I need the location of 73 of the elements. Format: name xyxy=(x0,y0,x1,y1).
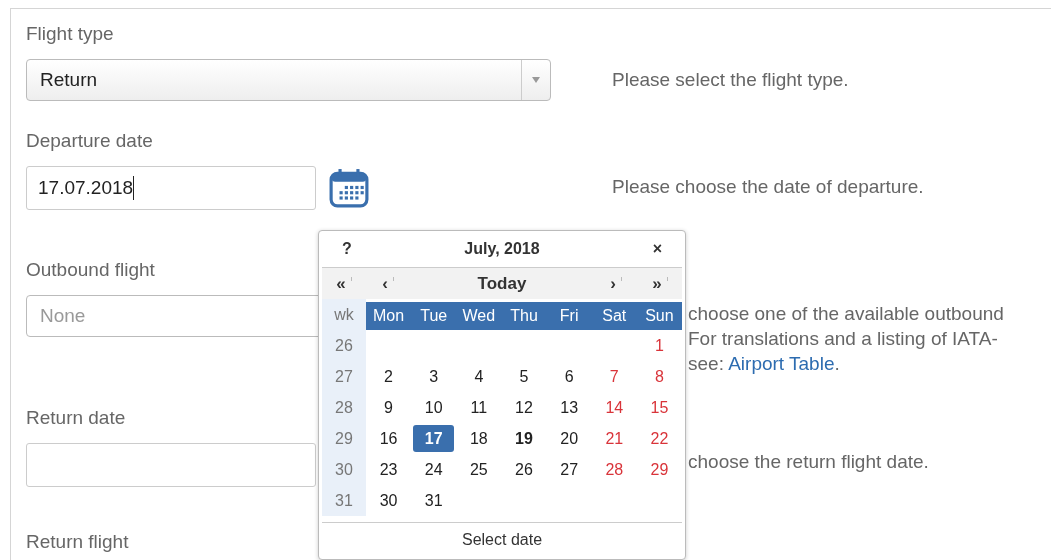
date-field[interactable] xyxy=(26,443,316,487)
week-number: 31 xyxy=(322,485,366,516)
calendar-day[interactable]: 20 xyxy=(548,425,590,452)
weekday-header: Thu xyxy=(501,302,547,330)
calendar-day[interactable]: 19 xyxy=(503,425,545,452)
calendar-day[interactable]: 27 xyxy=(548,456,590,483)
tick-mark xyxy=(392,276,394,281)
nav-arrow[interactable]: « xyxy=(336,273,346,294)
calendar-day[interactable]: 5 xyxy=(503,363,545,390)
calendar-day[interactable]: 11 xyxy=(458,394,500,421)
week-number: 26 xyxy=(322,330,366,361)
field-label: Departure date xyxy=(26,130,153,153)
weekday-header: Fri xyxy=(546,302,592,330)
calendar-day[interactable]: 1 xyxy=(638,332,680,359)
tick-mark xyxy=(666,276,668,281)
field-label: Return flight xyxy=(26,531,129,554)
field-label: Flight type xyxy=(26,23,114,46)
weekday-header: Mon xyxy=(366,302,412,330)
help-text: Please select the flight type. xyxy=(612,68,850,92)
calendar-day[interactable]: 2 xyxy=(368,363,410,390)
calendar-day[interactable]: 24 xyxy=(413,456,455,483)
help-text: choose one of the available outbound For translations and a listing of IATA- see: Airport Table. xyxy=(688,302,1004,376)
calendar-day[interactable]: 8 xyxy=(638,363,680,390)
calendar-day[interactable]: 26 xyxy=(503,456,545,483)
week-number: 30 xyxy=(322,454,366,485)
calendar-day[interactable]: 12 xyxy=(503,394,545,421)
nav-arrow[interactable]: › xyxy=(610,273,616,294)
calendar-day[interactable]: 10 xyxy=(413,394,455,421)
calendar-day[interactable]: 15 xyxy=(638,394,680,421)
week-number: 27 xyxy=(322,361,366,392)
nav-arrow[interactable]: ‹ xyxy=(382,273,388,294)
dropdown-field[interactable]: Return xyxy=(26,59,551,101)
weekday-header: Sat xyxy=(591,302,637,330)
calendar-day[interactable]: 22 xyxy=(638,425,680,452)
calendar-day[interactable]: 7 xyxy=(593,363,635,390)
week-number: 28 xyxy=(322,392,366,423)
weekday-header: Sun xyxy=(636,302,682,330)
tick-mark xyxy=(350,276,352,281)
calendar-day[interactable]: 16 xyxy=(368,425,410,452)
calendar-day[interactable]: 6 xyxy=(548,363,590,390)
help-text: Please choose the date of departure. xyxy=(612,175,925,199)
calendar-day[interactable]: 13 xyxy=(548,394,590,421)
help-button[interactable]: ? xyxy=(342,240,362,258)
calendar-day[interactable]: 9 xyxy=(368,394,410,421)
calendar-day[interactable]: 4 xyxy=(458,363,500,390)
today-button[interactable]: Today xyxy=(477,273,527,294)
caret-icon xyxy=(532,77,540,83)
week-header: wk xyxy=(322,299,366,330)
week-number: 29 xyxy=(322,423,366,454)
calendar-day[interactable]: 31 xyxy=(413,487,455,514)
close-button[interactable]: × xyxy=(642,240,662,258)
calendar-day[interactable]: 28 xyxy=(593,456,635,483)
calendar-day[interactable]: 29 xyxy=(638,456,680,483)
tick-mark xyxy=(620,276,622,281)
weekday-header: Wed xyxy=(456,302,502,330)
field-label: Return date xyxy=(26,407,126,430)
weekday-header: Tue xyxy=(411,302,457,330)
calendar-icon[interactable] xyxy=(329,168,369,208)
calendar-day[interactable]: 30 xyxy=(368,487,410,514)
date-field[interactable]: 17.07.2018 xyxy=(26,166,316,210)
text-cursor xyxy=(133,176,135,200)
calendar-day[interactable]: 3 xyxy=(413,363,455,390)
calendar-day[interactable]: 21 xyxy=(593,425,635,452)
calendar-day[interactable]: 25 xyxy=(458,456,500,483)
help-text: choose the return flight date. xyxy=(688,450,929,474)
calendar-day[interactable]: 23 xyxy=(368,456,410,483)
calendar-day[interactable]: 18 xyxy=(458,425,500,452)
field-label: Outbound flight xyxy=(26,259,155,282)
calendar-day[interactable]: 17 xyxy=(413,425,455,452)
calendar-day[interactable]: 14 xyxy=(593,394,635,421)
month-title: July, 2018 xyxy=(463,240,541,258)
nav-arrow[interactable]: » xyxy=(652,273,662,294)
select-date-button[interactable]: Select date xyxy=(322,522,682,556)
